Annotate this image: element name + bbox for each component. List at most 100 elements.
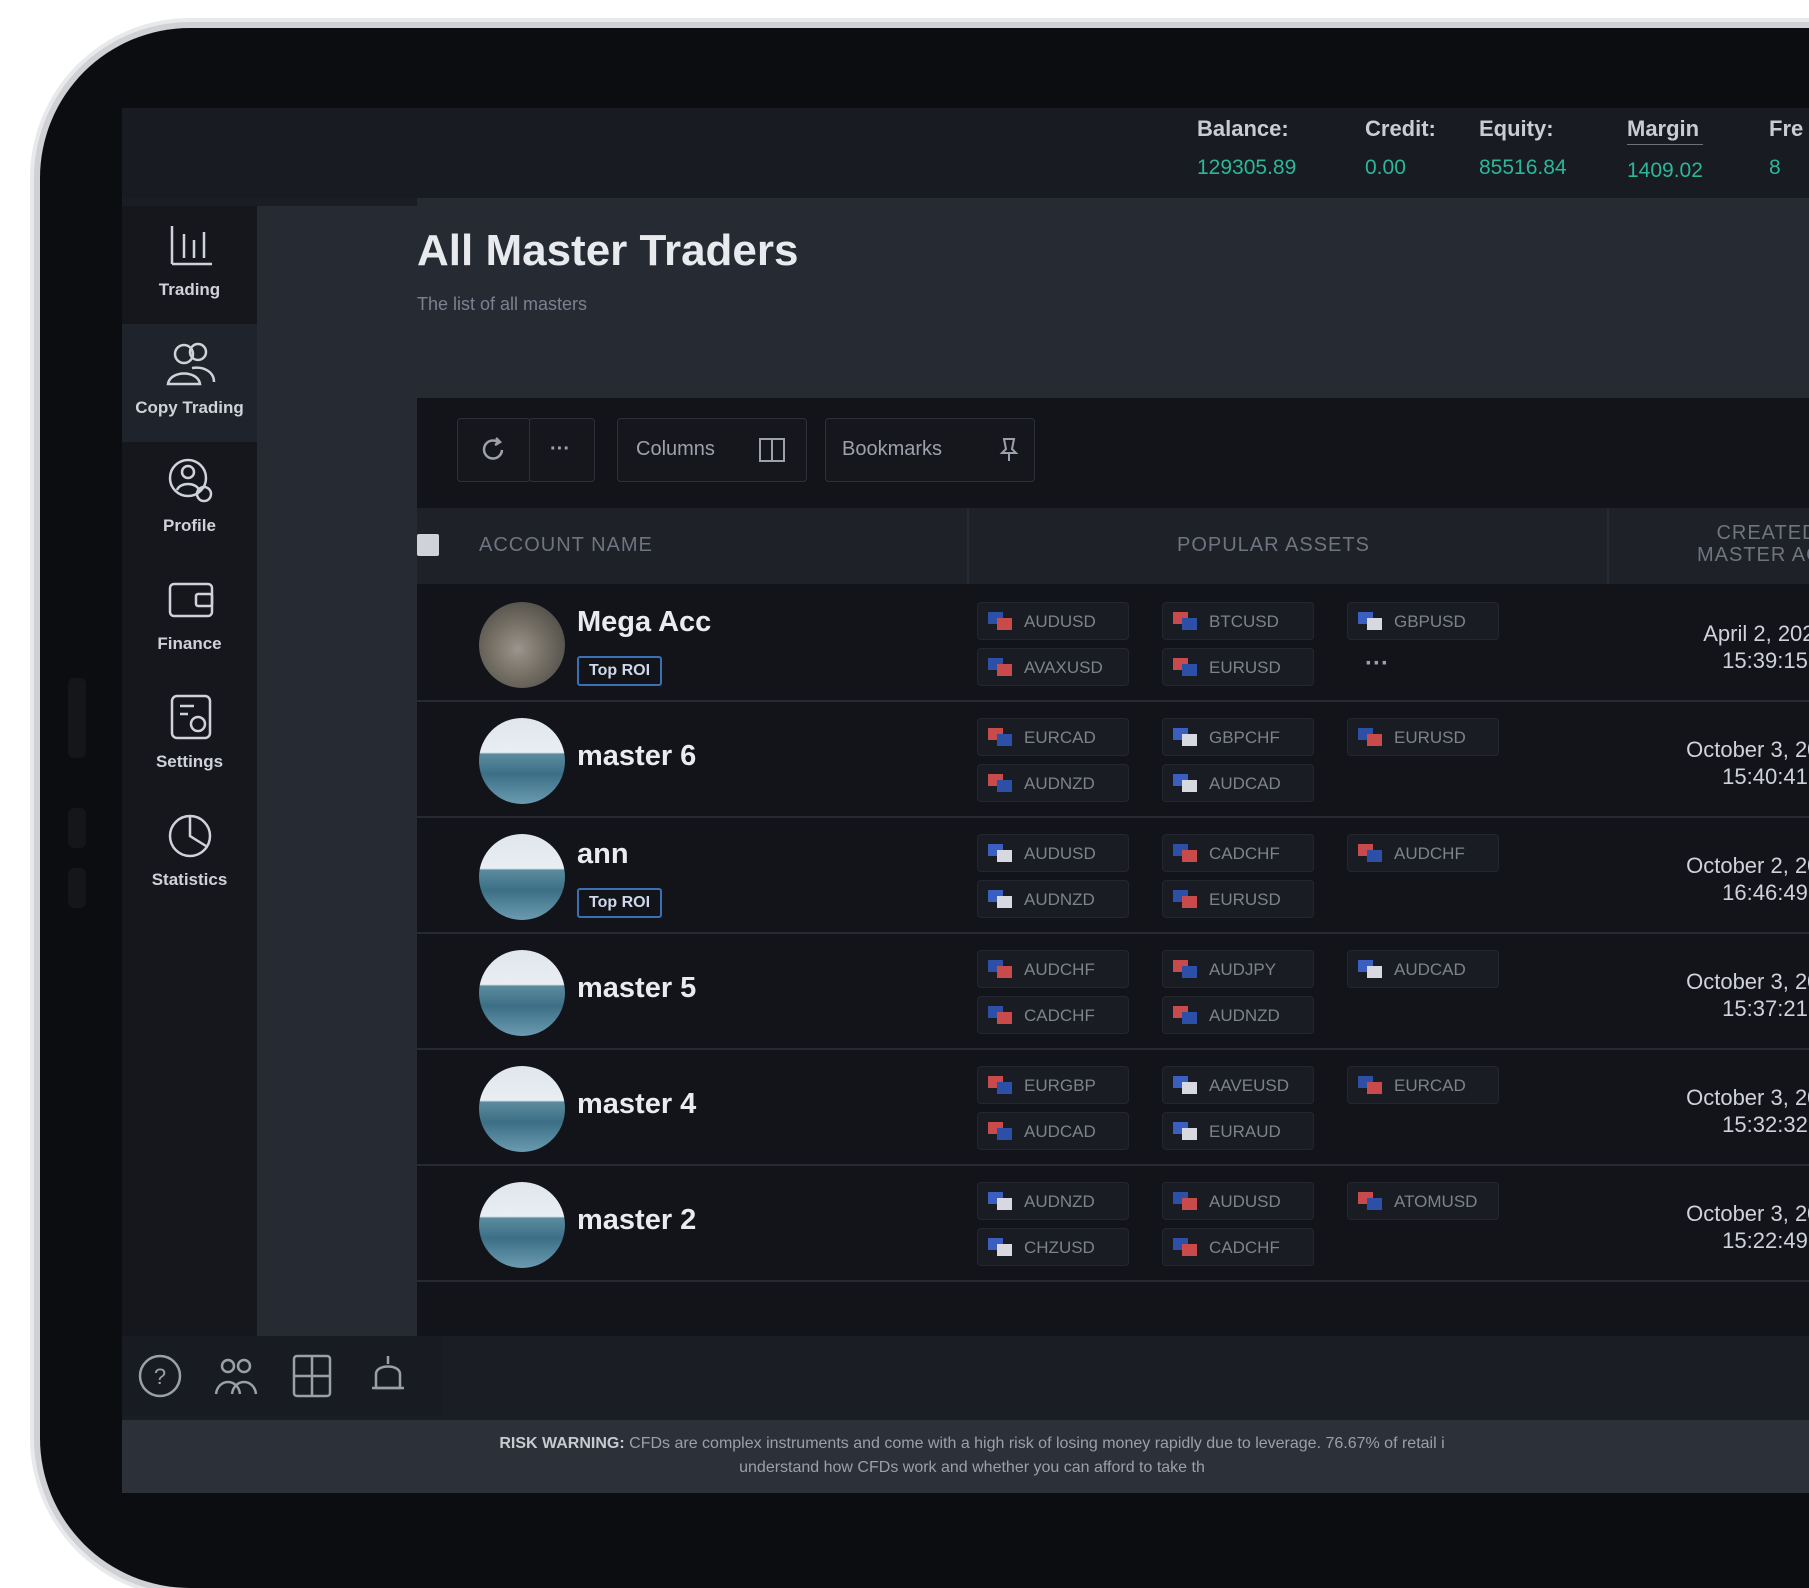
currency-flag-icon (988, 890, 1012, 908)
asset-chip[interactable]: AUDNZD (977, 1182, 1129, 1220)
asset-chip[interactable]: AUDCAD (1347, 950, 1499, 988)
group-icon[interactable] (210, 1350, 262, 1402)
margin-label: Margin (1627, 116, 1703, 145)
column-divider (1607, 508, 1609, 584)
sidebar-item-statistics[interactable]: Statistics (122, 796, 257, 914)
risk-warning-title: RISK WARNING: (499, 1435, 625, 1452)
asset-chip[interactable]: AUDCAD (1162, 764, 1314, 802)
currency-flag-icon (988, 844, 1012, 862)
columns-label: Columns (636, 438, 715, 460)
margin-value: 1409.02 (1627, 159, 1703, 182)
currency-flag-icon (1173, 844, 1197, 862)
trader-name[interactable]: master 4 (577, 1088, 696, 1121)
refresh-button[interactable] (457, 418, 531, 482)
sidebar-item-label: Finance (157, 634, 222, 653)
equity-label: Equity: (1479, 116, 1554, 141)
bell-icon[interactable] (362, 1350, 414, 1402)
sidebar-item-trading[interactable]: Trading (122, 206, 257, 324)
asset-chip[interactable]: AUDUSD (977, 602, 1129, 640)
sidebar-item-profile[interactable]: Profile (122, 442, 257, 560)
calculator-icon[interactable] (286, 1350, 338, 1402)
asset-chip[interactable]: ATOMUSD (1347, 1182, 1499, 1220)
created-date: October 2, 202316:46:49 (1645, 852, 1809, 906)
asset-chip[interactable]: EURCAD (977, 718, 1129, 756)
asset-chip[interactable]: AUDJPY (1162, 950, 1314, 988)
trader-name[interactable]: master 2 (577, 1204, 696, 1237)
tablet-side-button (68, 868, 86, 908)
asset-symbol: EURUSD (1394, 728, 1466, 747)
trading-chart-icon (170, 226, 212, 266)
created-date: October 3, 202315:32:32 (1645, 1084, 1809, 1138)
sidebar-item-settings[interactable]: Settings (122, 678, 257, 796)
select-all-checkbox[interactable] (417, 534, 439, 556)
asset-symbol: AUDUSD (1024, 612, 1096, 631)
trader-name[interactable]: Mega Acc (577, 606, 711, 639)
sidebar-item-label: Copy Trading (135, 398, 244, 417)
asset-symbol: AUDNZD (1209, 1006, 1280, 1025)
table-row[interactable]: master 4 EURGBP AAVEUSD EURCAD AUDCAD EURAUD O… (417, 1048, 1809, 1166)
currency-flag-icon (1173, 960, 1197, 978)
asset-symbol: AUDCHF (1024, 960, 1095, 979)
asset-symbol: AUDNZD (1024, 890, 1095, 909)
asset-chip[interactable]: CADCHF (1162, 834, 1314, 872)
asset-chip[interactable]: AUDCHF (1347, 834, 1499, 872)
table-row[interactable]: master 6 EURCAD GBPCHF EURUSD AUDNZD AUDCAD Oc… (417, 700, 1809, 818)
trader-name[interactable]: master 6 (577, 740, 696, 773)
created-date: October 3, 202315:37:21 (1645, 968, 1809, 1022)
asset-chip[interactable]: EURCAD (1347, 1066, 1499, 1104)
asset-chip[interactable]: AUDNZD (1162, 996, 1314, 1034)
more-assets-button[interactable]: ··· (1365, 650, 1389, 678)
header-account-name[interactable]: ACCOUNT NAME (479, 534, 653, 557)
asset-symbol: EURGBP (1024, 1076, 1096, 1095)
asset-chip[interactable]: AVAXUSD (977, 648, 1129, 686)
asset-chip[interactable]: EURAUD (1162, 1112, 1314, 1150)
asset-chip[interactable]: EURUSD (1347, 718, 1499, 756)
created-date-time: 15:39:15 (1722, 648, 1808, 673)
currency-flag-icon (1358, 844, 1382, 862)
table-row[interactable]: ann Top ROI AUDUSD CADCHF AUDCHF AUDNZD EURUSD… (417, 816, 1809, 934)
asset-chip[interactable]: BTCUSD (1162, 602, 1314, 640)
currency-flag-icon (988, 658, 1012, 676)
margin-stat[interactable]: Margin 1409.02 (1627, 116, 1703, 183)
currency-flag-icon (1358, 960, 1382, 978)
asset-chip[interactable]: EURGBP (977, 1066, 1129, 1104)
asset-chip[interactable]: CHZUSD (977, 1228, 1129, 1266)
equity-value: 85516.84 (1479, 156, 1567, 179)
more-options-button[interactable]: ··· (529, 418, 595, 482)
asset-symbol: GBPUSD (1394, 612, 1466, 631)
help-icon[interactable]: ? (134, 1350, 186, 1402)
asset-chip[interactable]: CADCHF (977, 996, 1129, 1034)
sidebar-item-finance[interactable]: Finance (122, 560, 257, 678)
currency-flag-icon (1173, 612, 1197, 630)
asset-chip[interactable]: AUDCAD (977, 1112, 1129, 1150)
asset-symbol: CADCHF (1209, 1238, 1280, 1257)
asset-chip[interactable]: AUDCHF (977, 950, 1129, 988)
header-popular-assets[interactable]: POPULAR ASSETS (1177, 534, 1370, 557)
asset-chip[interactable]: EURUSD (1162, 648, 1314, 686)
avatar (479, 1066, 565, 1152)
risk-warning-line1: RISK WARNING: CFDs are complex instrumen… (122, 1420, 1809, 1456)
asset-chip[interactable]: AAVEUSD (1162, 1066, 1314, 1104)
profile-icon (168, 458, 213, 503)
asset-chip[interactable]: AUDNZD (977, 880, 1129, 918)
asset-chip[interactable]: AUDUSD (1162, 1182, 1314, 1220)
created-date: October 3, 202315:40:41 (1645, 736, 1809, 790)
asset-chip[interactable]: AUDUSD (977, 834, 1129, 872)
currency-flag-icon (1173, 890, 1197, 908)
table-header: ACCOUNT NAME POPULAR ASSETS CREATED MAST… (417, 508, 1809, 584)
table-row[interactable]: Mega Acc Top ROI AUDUSD BTCUSD GBPUSD AVAXUSD… (417, 584, 1809, 702)
asset-chip[interactable]: AUDNZD (977, 764, 1129, 802)
trader-name[interactable]: master 5 (577, 972, 696, 1005)
asset-chip[interactable]: CADCHF (1162, 1228, 1314, 1266)
asset-chip[interactable]: GBPCHF (1162, 718, 1314, 756)
asset-chip[interactable]: EURUSD (1162, 880, 1314, 918)
sidebar-item-copy-trading[interactable]: Copy Trading (122, 324, 257, 442)
table-row[interactable]: master 5 AUDCHF AUDJPY AUDCAD CADCHF AUDNZD Oc… (417, 932, 1809, 1050)
header-created-master-acc[interactable]: CREATED MASTER ACC (1667, 522, 1809, 566)
trader-name[interactable]: ann (577, 838, 629, 871)
columns-button[interactable]: Columns (617, 418, 807, 482)
asset-chip[interactable]: GBPUSD (1347, 602, 1499, 640)
table-row[interactable]: master 2 AUDNZD AUDUSD ATOMUSD CHZUSD CADCHF O… (417, 1164, 1809, 1282)
statistics-pie-icon (168, 814, 212, 858)
bookmarks-button[interactable]: Bookmarks (825, 418, 1035, 482)
